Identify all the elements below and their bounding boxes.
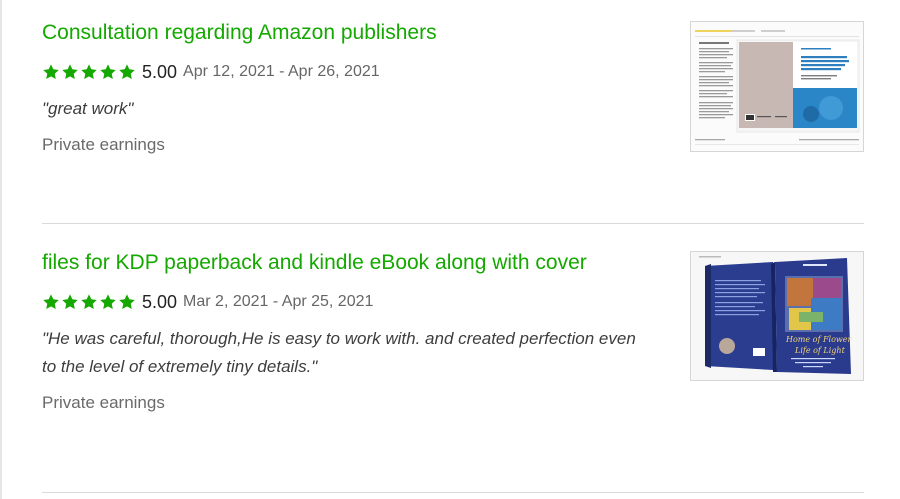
star-icon [99,63,117,81]
client-feedback: "He was careful, thorough,He is easy to … [42,329,636,376]
work-history-item: Consultation regarding Amazon publishers… [42,18,864,224]
svg-text:Home of Flower: Home of Flower [785,335,852,344]
work-history-item: files for KDP paperback and kindle eBook… [42,248,864,493]
left-border [0,0,2,499]
date-range: Apr 12, 2021 - Apr 26, 2021 [183,63,380,80]
star-icon [80,293,98,311]
earnings-label: Private earnings [42,393,165,412]
star-icon [42,293,60,311]
star-icon [42,63,60,81]
client-feedback: "great work" [42,99,134,118]
star-icon [61,293,79,311]
star-icon [80,63,98,81]
star-icon [118,293,136,311]
rating-score: 5.00 [142,61,178,82]
star-icon [118,63,136,81]
svg-text:Life of Light: Life of Light [794,346,846,355]
date-range: Mar 2, 2021 - Apr 25, 2021 [183,293,374,310]
star-rating [42,63,136,81]
star-rating [42,293,136,311]
job-title-link[interactable]: Consultation regarding Amazon publishers [42,18,612,48]
job-title-link[interactable]: files for KDP paperback and kindle eBook… [42,248,612,278]
star-icon [61,63,79,81]
star-icon [99,293,117,311]
book-cover-thumbnail-icon[interactable]: s ai Home of [690,251,864,381]
book-layout-thumbnail-icon[interactable] [690,21,864,152]
rating-score: 5.00 [142,291,178,312]
